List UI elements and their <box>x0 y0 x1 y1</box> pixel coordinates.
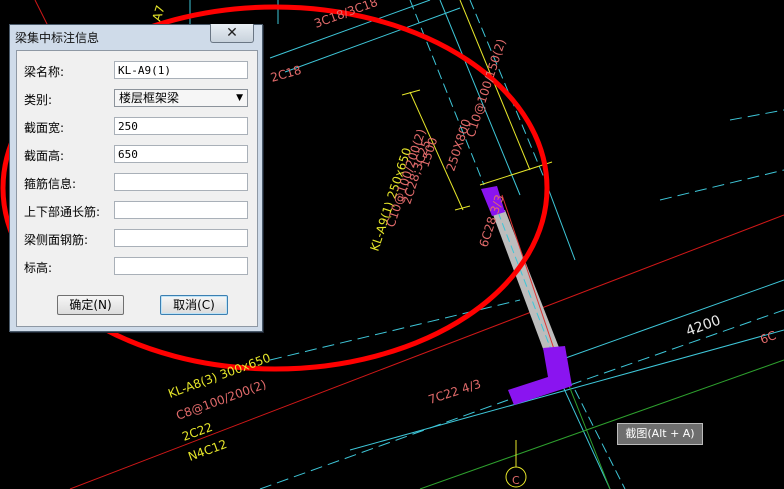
category-label: 类别: <box>24 93 53 107</box>
ok-button[interactable]: 确定(N) <box>57 295 124 315</box>
field-row-continuous-bars: 上下部通长筋: <box>17 201 257 221</box>
field-row-height: 截面高: 650 <box>17 145 257 165</box>
field-row-category: 类别: 楼层框架梁 ▼ <box>17 89 257 109</box>
field-row-beam-name: 梁名称: KL-A9(1) <box>17 61 257 81</box>
continuous-bars-input[interactable] <box>114 201 248 219</box>
label-edge-c: C <box>512 474 520 487</box>
stirrup-label: 箍筋信息: <box>24 177 77 191</box>
beam-name-input[interactable]: KL-A9(1) <box>114 61 248 79</box>
beam-name-label: 梁名称: <box>24 65 65 79</box>
elevation-input[interactable] <box>114 257 248 275</box>
field-row-elevation: 标高: <box>17 257 257 277</box>
section-height-label: 截面高: <box>24 149 65 163</box>
category-select-value: 楼层框架梁 <box>119 91 180 105</box>
stirrup-input[interactable] <box>114 173 248 191</box>
cancel-button[interactable]: 取消(C) <box>160 295 228 315</box>
field-row-stirrup: 箍筋信息: <box>17 173 257 193</box>
continuous-bars-label: 上下部通长筋: <box>24 205 101 219</box>
side-bars-label: 梁侧面钢筋: <box>24 233 89 247</box>
side-bars-input[interactable] <box>114 229 248 247</box>
beam-annotation-dialog: 梁集中标注信息 ✕ 梁名称: KL-A9(1) 类别: 楼层框架梁 ▼ 截面宽:… <box>9 24 263 332</box>
dialog-body: 梁名称: KL-A9(1) 类别: 楼层框架梁 ▼ 截面宽: 250 截面高: … <box>16 50 258 327</box>
chevron-down-icon: ▼ <box>236 93 243 103</box>
close-button[interactable]: ✕ <box>210 24 254 43</box>
field-row-width: 截面宽: 250 <box>17 117 257 137</box>
close-icon: ✕ <box>226 25 238 41</box>
category-select[interactable]: 楼层框架梁 ▼ <box>114 89 248 107</box>
section-height-input[interactable]: 650 <box>114 145 248 163</box>
field-row-side-bars: 梁侧面钢筋: <box>17 229 257 249</box>
section-width-label: 截面宽: <box>24 121 65 135</box>
screenshot-tooltip: 截图(Alt + A) <box>617 423 703 445</box>
section-width-input[interactable]: 250 <box>114 117 248 135</box>
dialog-title: 梁集中标注信息 <box>15 31 100 45</box>
elevation-label: 标高: <box>24 261 53 275</box>
